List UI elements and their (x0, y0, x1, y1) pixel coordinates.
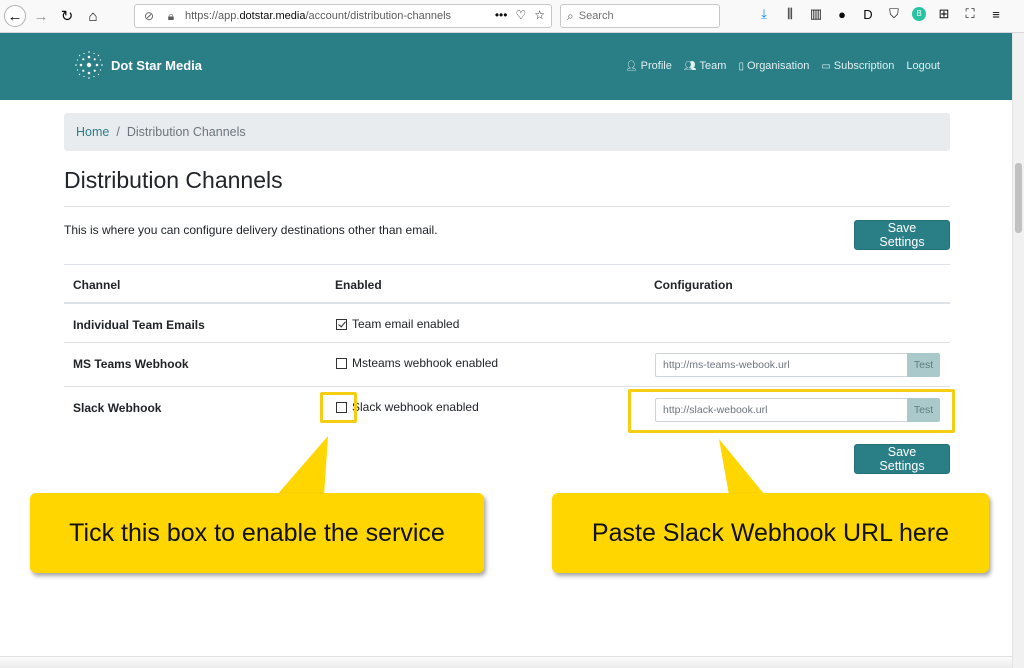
callout-paste-url-text: Paste Slack Webhook URL here (591, 518, 950, 547)
checkbox-label: Msteams webhook enabled (352, 356, 499, 370)
back-icon[interactable]: ← (4, 5, 26, 27)
breadcrumb-home-link[interactable]: Home (76, 125, 109, 139)
top-nav: 👤︎ Profile 👥︎ Team ▯ Organisation ▭ Subscrip… (625, 60, 940, 72)
nav-logout[interactable]: Logout (906, 60, 940, 72)
table-top-divider (64, 264, 950, 265)
row-msteams-label: MS Teams Webhook (73, 357, 189, 371)
grid-icon[interactable]: ⊞ (936, 6, 952, 22)
app-header: Dot Star Media 👤︎ Profile 👥︎ Team ▯ Organis… (0, 33, 1012, 100)
dot-star-logo-icon (75, 51, 103, 79)
extension-d-icon[interactable]: D (860, 7, 876, 22)
breadcrumb: Home / Distribution Channels (64, 113, 950, 151)
tracking-protection-icon[interactable]: ⊘ (141, 9, 157, 23)
nav-subscription-label: Subscription (833, 60, 895, 72)
column-header-enabled: Enabled (335, 278, 382, 292)
row-divider (64, 386, 950, 387)
download-icon[interactable]: ⤓ (756, 6, 772, 22)
user-icon: 👤︎ (624, 60, 638, 72)
checkbox-label: Team email enabled (352, 317, 460, 331)
config-highlight (628, 389, 955, 433)
callout-enable-service-text: Tick this box to enable the service (69, 518, 445, 547)
column-header-channel: Channel (73, 278, 121, 292)
title-divider (64, 206, 950, 207)
callout-pointer-left (276, 436, 328, 496)
browser-search-input[interactable]: ⌕ Search (560, 4, 720, 28)
checkbox-highlight (320, 392, 357, 423)
nav-team-label: Team (699, 60, 727, 72)
breadcrumb-separator: / (116, 125, 120, 139)
reload-icon[interactable]: ↻ (56, 5, 78, 27)
callout-paste-url: Paste Slack Webhook URL here (552, 493, 989, 573)
menu-icon[interactable]: ≡ (988, 7, 1004, 22)
msteams-config-group: Test (655, 353, 940, 377)
extension-green-icon[interactable]: B (912, 7, 926, 21)
pocket-icon[interactable]: ♡ (515, 8, 526, 22)
page-scrollbar[interactable] (1012, 33, 1024, 668)
slack-enabled-checkbox[interactable]: Slack webhook enabled (336, 400, 479, 414)
brand-logo[interactable]: Dot Star Media (74, 50, 202, 80)
save-settings-button-top[interactable]: Save Settings (854, 220, 950, 250)
checkbox-checked[interactable] (336, 318, 347, 330)
page-bottom-edge (0, 656, 1012, 668)
search-icon: ⌕ (567, 8, 574, 23)
msteams-enabled-checkbox[interactable]: Msteams webhook enabled (336, 356, 498, 370)
breadcrumb-current: Distribution Channels (126, 125, 246, 139)
forward-icon[interactable]: → (30, 5, 52, 27)
nav-logout-label: Logout (906, 60, 940, 72)
nav-profile[interactable]: 👤︎ Profile (625, 60, 672, 72)
lock-icon[interactable]: 🔒︎ (163, 9, 179, 24)
callout-pointer-right (719, 439, 765, 495)
scrollbar-thumb[interactable] (1015, 163, 1022, 233)
shield-icon[interactable]: ⛉ (886, 6, 902, 22)
browser-toolbar: ← → ↻ ⌂ ⊘ 🔒︎ https://app.dotstar.media/a… (0, 0, 1024, 33)
brand-name: Dot Star Media (111, 57, 203, 73)
search-placeholder: Search (578, 10, 614, 22)
account-icon[interactable]: ● (834, 7, 850, 22)
team-email-enabled-checkbox[interactable]: Team email enabled (336, 317, 459, 331)
save-settings-button-bottom[interactable]: Save Settings (854, 444, 950, 474)
bookmark-star-icon[interactable]: ☆ (534, 8, 545, 22)
column-header-configuration: Configuration (654, 278, 733, 292)
row-divider (64, 342, 950, 343)
page-title: Distribution Channels (64, 167, 283, 193)
url-text: https://app.dotstar.media/account/distri… (185, 10, 452, 22)
nav-team[interactable]: 👥︎ Team (684, 60, 727, 72)
sidebar-icon[interactable]: ▥ (808, 6, 824, 22)
nav-subscription[interactable]: ▭ Subscription (821, 60, 894, 72)
users-icon: 👥︎ (683, 60, 697, 72)
checkbox-unchecked[interactable] (336, 357, 347, 369)
library-icon[interactable]: ⫼ (782, 6, 798, 22)
nav-organisation-label: Organisation (746, 60, 810, 72)
page-actions-icon[interactable]: ••• (495, 8, 508, 22)
intro-text: This is where you can configure delivery… (64, 223, 438, 237)
checkbox-label: Slack webhook enabled (352, 400, 479, 414)
nav-profile-label: Profile (640, 60, 672, 72)
msteams-test-button[interactable]: Test (907, 353, 940, 377)
callout-enable-service: Tick this box to enable the service (30, 493, 484, 573)
row-team-emails-label: Individual Team Emails (73, 318, 205, 332)
address-bar[interactable]: ⊘ 🔒︎ https://app.dotstar.media/account/d… (134, 4, 552, 28)
row-slack-label: Slack Webhook (73, 401, 162, 415)
nav-organisation[interactable]: ▯ Organisation (738, 60, 809, 72)
gift-icon[interactable]: ⛶ (962, 6, 978, 22)
home-icon[interactable]: ⌂ (82, 5, 104, 27)
credit-card-icon: ▭ (821, 60, 831, 72)
header-divider (64, 302, 950, 304)
msteams-url-input[interactable] (655, 353, 907, 377)
building-icon: ▯ (738, 60, 744, 72)
